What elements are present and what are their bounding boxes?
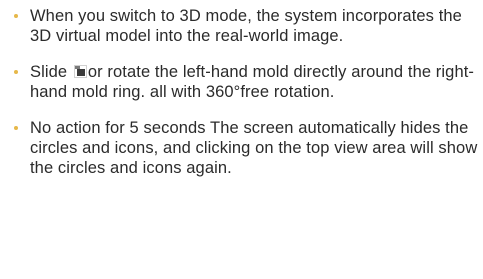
- list-item-text: When you switch to 3D mode, the system i…: [30, 7, 462, 45]
- bullet-dot-icon: [14, 14, 18, 18]
- list-item-text: No action for 5 seconds The screen autom…: [30, 119, 478, 177]
- rotate-mold-icon: [73, 65, 87, 78]
- bullet-dot-icon: [14, 126, 18, 130]
- list-item-text-start: Slide: [30, 63, 72, 81]
- document-page: When you switch to 3D mode, the system i…: [0, 6, 483, 279]
- list-item: When you switch to 3D mode, the system i…: [14, 6, 483, 46]
- bullet-dot-icon: [14, 70, 18, 74]
- list-item-text-end: or rotate the left-hand mold directly ar…: [30, 63, 474, 101]
- list-item: No action for 5 seconds The screen autom…: [14, 118, 483, 178]
- list-item: Slide or rotate the left-hand mold direc…: [14, 62, 483, 102]
- instruction-list: When you switch to 3D mode, the system i…: [14, 6, 483, 178]
